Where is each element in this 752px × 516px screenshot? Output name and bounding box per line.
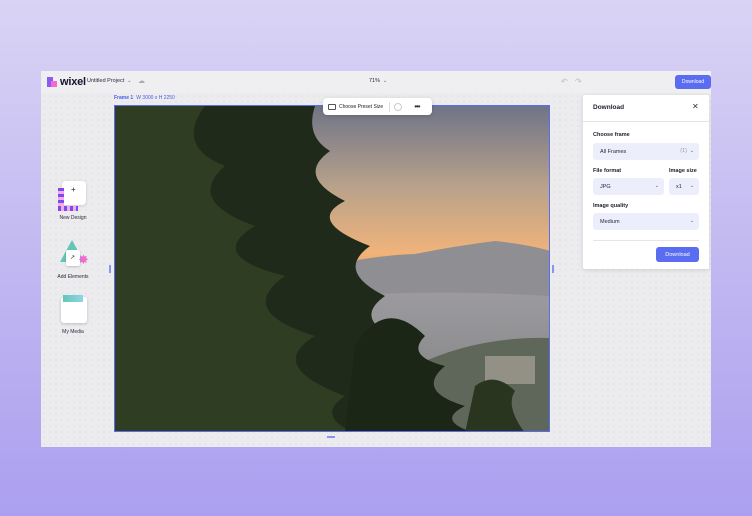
tool-label: New Design	[59, 215, 87, 221]
choose-frame-value: All Frames	[600, 148, 627, 155]
preset-toolbar: Choose Preset Size •••	[323, 98, 432, 115]
tool-new-design[interactable]: + New Design	[53, 181, 93, 221]
project-name-menu[interactable]: Untitled Project ⌄	[87, 78, 132, 84]
divider	[583, 121, 709, 122]
divider	[593, 240, 699, 241]
frame-name: Frame 1	[114, 95, 134, 101]
download-panel: Download ✕ Choose frame All Frames (1) ⌄…	[583, 95, 709, 269]
frame-photo[interactable]	[114, 105, 550, 432]
frame-dimensions: W 3000 x H 2250	[136, 95, 175, 101]
color-swatch[interactable]	[394, 102, 403, 111]
chevron-down-icon: ⌄	[383, 78, 388, 84]
tool-label: Add Elements	[57, 274, 89, 280]
chevron-down-icon: ⌄	[654, 183, 659, 189]
image-size-select[interactable]: x1 ⌄	[669, 178, 699, 195]
file-format-select[interactable]: JPG ⌄	[593, 178, 664, 195]
choose-frame-select[interactable]: All Frames (1) ⌄	[593, 143, 699, 160]
logo-text: wixel	[60, 76, 86, 88]
tool-label: My Media	[62, 329, 84, 335]
top-bar: wixel Untitled Project ⌄ ☁ 71% ⌄ ↶ ↷ Dow…	[41, 71, 711, 93]
app-window: wixel Untitled Project ⌄ ☁ 71% ⌄ ↶ ↷ Dow…	[41, 71, 711, 447]
frame-resize-handle-right[interactable]	[552, 265, 554, 273]
add-elements-icon: ↗ ✸	[58, 240, 89, 270]
frame-resize-handle-bottom[interactable]	[327, 436, 335, 438]
header-download-button[interactable]: Download	[675, 75, 711, 89]
chevron-down-icon: ⌄	[689, 183, 694, 189]
canvas[interactable]: + New Design ↗ ✸ Add Elements My Media F	[41, 93, 711, 447]
more-icon[interactable]: •••	[414, 102, 420, 111]
chevron-down-icon: ⌄	[689, 218, 694, 224]
tool-add-elements[interactable]: ↗ ✸ Add Elements	[53, 240, 93, 280]
chevron-down-icon: ⌄	[127, 78, 132, 84]
zoom-level: 71%	[369, 78, 381, 84]
logo[interactable]: wixel	[47, 76, 86, 88]
choose-preset-size-button[interactable]: Choose Preset Size	[339, 104, 383, 110]
image-size-value: x1	[676, 183, 682, 190]
chevron-down-icon: ⌄	[689, 148, 694, 154]
project-name: Untitled Project	[87, 78, 125, 84]
image-quality-select[interactable]: Medium ⌄	[593, 213, 699, 230]
cloud-icon: ☁	[138, 78, 145, 85]
zoom-control[interactable]: 71% ⌄	[369, 78, 387, 84]
file-format-value: JPG	[600, 183, 611, 190]
plus-icon: +	[71, 185, 76, 194]
download-button[interactable]: Download	[656, 247, 699, 262]
close-icon[interactable]: ✕	[692, 102, 699, 111]
image-size-label: Image size	[669, 168, 697, 174]
frame-count: (1)	[680, 148, 687, 154]
undo-icon[interactable]: ↶	[561, 77, 568, 86]
frame-resize-handle-left[interactable]	[109, 265, 111, 273]
new-design-icon: +	[58, 181, 88, 211]
preset-size-icon	[328, 103, 336, 110]
panel-title: Download	[593, 104, 625, 111]
image-quality-label: Image quality	[593, 203, 629, 209]
landscape-photo	[115, 106, 549, 431]
image-quality-value: Medium	[600, 218, 620, 225]
toolbar-divider	[389, 101, 391, 112]
file-format-label: File format	[593, 168, 622, 174]
redo-icon[interactable]: ↷	[575, 77, 582, 86]
tool-my-media[interactable]: My Media	[53, 295, 93, 335]
choose-frame-label: Choose frame	[593, 132, 630, 138]
frame-label: Frame 1W 3000 x H 2250	[114, 95, 175, 101]
logo-icon	[47, 77, 57, 87]
my-media-icon	[58, 295, 88, 325]
